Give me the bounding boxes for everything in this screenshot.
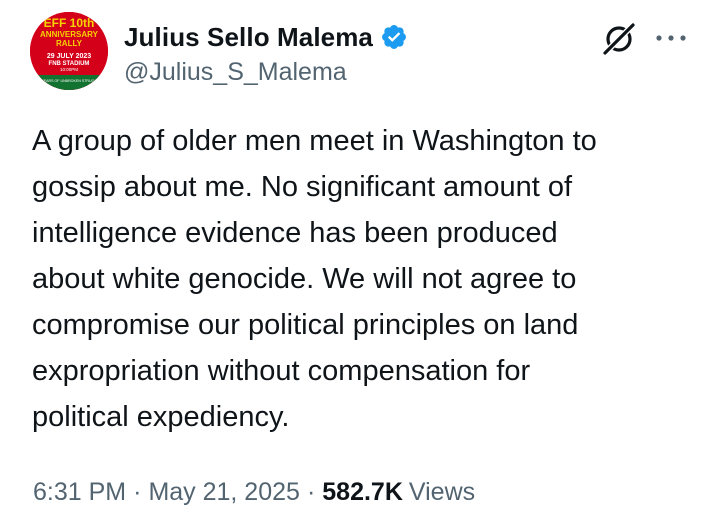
more-options-icon[interactable] xyxy=(651,24,691,52)
verified-badge-icon xyxy=(382,25,406,49)
avatar-line-1: EFF 10th xyxy=(44,16,95,30)
avatar-line-2: ANNIVERSARY xyxy=(40,30,99,39)
author-name-row[interactable]: Julius Sello Malema xyxy=(124,18,408,56)
avatar-line-4: 29 JULY 2023 xyxy=(47,53,91,60)
tweet-meta: 6:31 PM · May 21, 2025 · 582.7K Views xyxy=(33,474,475,510)
tweet-time[interactable]: 6:31 PM xyxy=(33,478,126,507)
avatar-image: EFF 10th ANNIVERSARY RALLY 29 JULY 2023 … xyxy=(30,12,108,90)
tweet-date[interactable]: May 21, 2025 xyxy=(148,478,300,507)
avatar-line-3: RALLY xyxy=(56,39,83,48)
tweet-text: A group of older men meet in Washington … xyxy=(32,125,597,433)
avatar-line-6: 10:00PM xyxy=(60,67,78,72)
avatar[interactable]: EFF 10th ANNIVERSARY RALLY 29 JULY 2023 … xyxy=(30,12,108,90)
meta-separator: · xyxy=(133,477,142,506)
avatar-line-7: 10 YEARS OF UNBROKEN STRUGGLE xyxy=(36,79,102,83)
views-label[interactable]: Views xyxy=(409,478,475,507)
handle[interactable]: @Julius_S_Malema xyxy=(124,58,347,87)
meta-separator: · xyxy=(306,477,316,506)
grok-icon[interactable] xyxy=(601,21,637,57)
views-count[interactable]: 582.7K xyxy=(322,478,403,507)
tweet: EFF 10th ANNIVERSARY RALLY 29 JULY 2023 … xyxy=(0,0,720,527)
display-name[interactable]: Julius Sello Malema xyxy=(124,22,373,53)
